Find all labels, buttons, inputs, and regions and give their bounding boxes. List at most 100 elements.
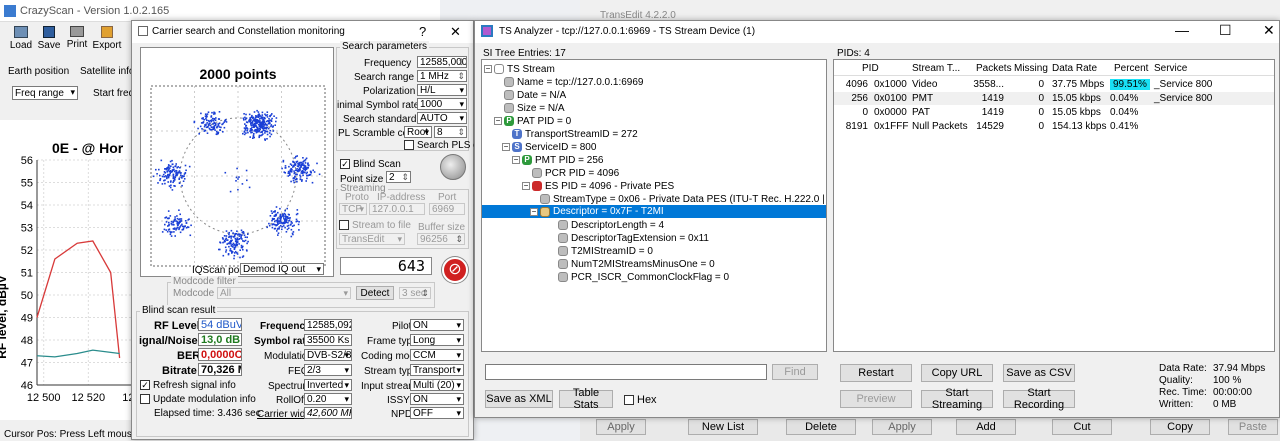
proto-select[interactable]: TCP [339,203,367,215]
help-icon[interactable]: ? [419,24,426,39]
ts-close-icon[interactable]: ✕ [1263,22,1275,39]
pl-code-input[interactable]: 8 [434,126,467,138]
pid-table-row[interactable]: 8191 0x1FFF Null Packets 14529 0 154.13 kbps 0… [834,120,1274,133]
tree-item-size[interactable]: Size = N/A [504,102,565,114]
issyi-select[interactable]: ON [410,393,464,405]
col-packets[interactable]: Packets [976,63,1012,74]
carrier-width-value[interactable]: 42,600 MHz [304,407,352,419]
modcode-select[interactable]: All [217,287,351,299]
stream-type-select[interactable]: Transport [410,364,464,376]
tree-item-pcr[interactable]: PCR PID = 4096 [532,167,619,179]
stream-to-file-checkbox[interactable]: Stream to file [339,220,411,231]
search-standard-select[interactable]: AUTO [417,112,467,124]
load-button[interactable]: Load [6,24,36,58]
save-xml-button[interactable]: Save as XML [485,390,553,408]
scan-icon[interactable] [440,154,466,180]
min-symbol-rate-select[interactable]: 1000 [417,98,467,110]
search-range-input[interactable]: 1 MHz [417,70,467,82]
save-csv-button[interactable]: Save as CSV [1003,364,1075,382]
search-pls-checkbox[interactable]: Search PLS co [404,140,484,151]
coding-mode-select[interactable]: CCM [410,349,464,361]
restart-button[interactable]: Restart [840,364,912,382]
maximize-icon[interactable]: ☐ [1219,22,1232,39]
pid-table-row[interactable]: 256 0x0100 PMT 1419 0 15.05 kbps 0.04% _Service… [834,92,1274,105]
col-pid[interactable]: PID [862,63,879,74]
col-data-rate[interactable]: Data Rate [1052,63,1097,74]
table-stats-button[interactable]: Table Stats [559,387,613,411]
tree-item-es-pid[interactable]: − ES PID = 4096 - Private PES [522,180,674,192]
tree-item-stream-type[interactable]: StreamType = 0x06 - Private Data PES (IT… [540,193,826,205]
symbol-rate-value[interactable]: 35500 Ks [304,334,352,346]
polarization-select[interactable]: H/L [417,84,467,96]
tree-item-descriptor-selected[interactable]: − Descriptor = 0x7F - T2MI [482,205,826,218]
tree-item-service[interactable]: − S ServiceID = 800 [502,141,596,153]
transedit-apply-button-2[interactable]: Apply [872,419,932,435]
tree-item-tsid[interactable]: T TransportStreamID = 272 [512,128,638,140]
ip-input[interactable]: 127.0.0.1 [369,203,425,215]
find-button[interactable]: Find [772,364,818,380]
pid-table-row[interactable]: 0 0x0000 PAT 1419 0 15.05 kbps 0.04% [834,106,1274,119]
new-list-button[interactable]: New List [688,419,758,435]
tree-item-date[interactable]: Date = N/A [504,89,566,101]
input-stream-select[interactable]: Multi (20) [410,379,464,391]
detect-button[interactable]: Detect [356,286,394,300]
tab-earth-position[interactable]: Earth position [8,66,69,77]
port-input[interactable]: 6969 [429,203,465,215]
col-service[interactable]: Service [1154,63,1187,74]
freq-range-select[interactable]: Freq range [12,86,78,100]
col-stream-type[interactable]: Stream T... [912,63,960,74]
hex-checkbox[interactable]: Hex [624,394,657,406]
si-tree[interactable]: − TS Stream Name = tcp://127.0.0.1:6969 D… [481,59,827,352]
frequency-input[interactable]: 12585,000 MHz [417,56,467,68]
tree-item-t2mi-stream-id[interactable]: T2MIStreamID = 0 [558,245,653,257]
pilot-select[interactable]: ON [410,319,464,331]
minimize-icon[interactable]: — [1175,22,1189,38]
tab-satellite-info[interactable]: Satellite info [80,66,134,77]
pl-scramble-select[interactable]: Root [404,126,432,138]
rolloff-select[interactable]: 0.20 [304,393,352,405]
tree-item-num-t2mi[interactable]: NumT2MIStreamsMinusOne = 0 [558,258,715,270]
delete-button[interactable]: Delete [786,419,856,435]
refresh-signal-checkbox[interactable]: ✓ Refresh signal info [140,380,236,391]
paste-button[interactable]: Paste [1228,419,1278,435]
col-percent[interactable]: Percent [1114,63,1148,74]
close-icon[interactable]: ✕ [450,24,461,40]
fec-select[interactable]: 2/3 [304,364,352,376]
find-input[interactable] [485,364,767,380]
spectrum-select[interactable]: Inverted [304,379,352,391]
transedit-apply-button[interactable]: Apply [596,419,646,435]
tree-item-desc-tag-ext[interactable]: DescriptorTagExtension = 0x11 [558,232,709,244]
stop-icon[interactable]: ⊘ [442,257,468,283]
tree-item-desc-length[interactable]: DescriptorLength = 4 [558,219,664,231]
modulation-select[interactable]: DVB-S2/8P [304,349,352,361]
tree-item-pmt[interactable]: − P PMT PID = 256 [512,154,603,166]
print-button[interactable]: Print [64,24,90,58]
pid-table-row[interactable]: 4096 0x1000 Video 3558... 0 37.75 Mbps 99.51% _… [834,78,1274,91]
transedit-select[interactable]: TransEdit [339,233,405,245]
copy-button[interactable]: Copy [1150,419,1210,435]
preview-button[interactable]: Preview [840,390,912,408]
start-recording-button[interactable]: Start Recording [1003,387,1075,411]
iq-scan-select[interactable]: Demod IQ out [240,263,324,275]
pid-table[interactable]: PID Stream T... Packets Missing Data Rat… [833,59,1275,352]
update-modulation-checkbox[interactable]: Update modulation info [140,394,256,405]
export-button[interactable]: Export [92,24,122,58]
save-button[interactable]: Save [36,24,62,58]
tree-item-pat[interactable]: − P PAT PID = 0 [494,115,571,127]
add-button[interactable]: Add [956,419,1016,435]
spectrum-plot[interactable]: 0E - @ Hor RF level, dBµV 56 55 54 53 52 51 50… [0,120,133,420]
seconds-input[interactable]: 3 sec [399,287,431,299]
blind-scan-checkbox[interactable]: ✓ Blind Scan [340,159,401,170]
point-size-input[interactable]: 2 [386,171,411,183]
tree-item-ts-stream[interactable]: − TS Stream [484,63,555,75]
copy-url-button[interactable]: Copy URL [921,364,993,382]
npd-select[interactable]: OFF [410,407,464,419]
tree-item-name[interactable]: Name = tcp://127.0.0.1:6969 [504,76,643,88]
col-missing[interactable]: Missing [1014,63,1048,74]
frame-type-select[interactable]: Long [410,334,464,346]
mid-frequency-value[interactable]: 12585,092 [304,319,352,331]
tree-item-pcr-iscr[interactable]: PCR_ISCR_CommonClockFlag = 0 [558,271,729,283]
cut-button[interactable]: Cut [1052,419,1112,435]
buffer-input[interactable]: 96256 [417,233,465,245]
start-streaming-button[interactable]: Start Streaming [921,387,993,411]
